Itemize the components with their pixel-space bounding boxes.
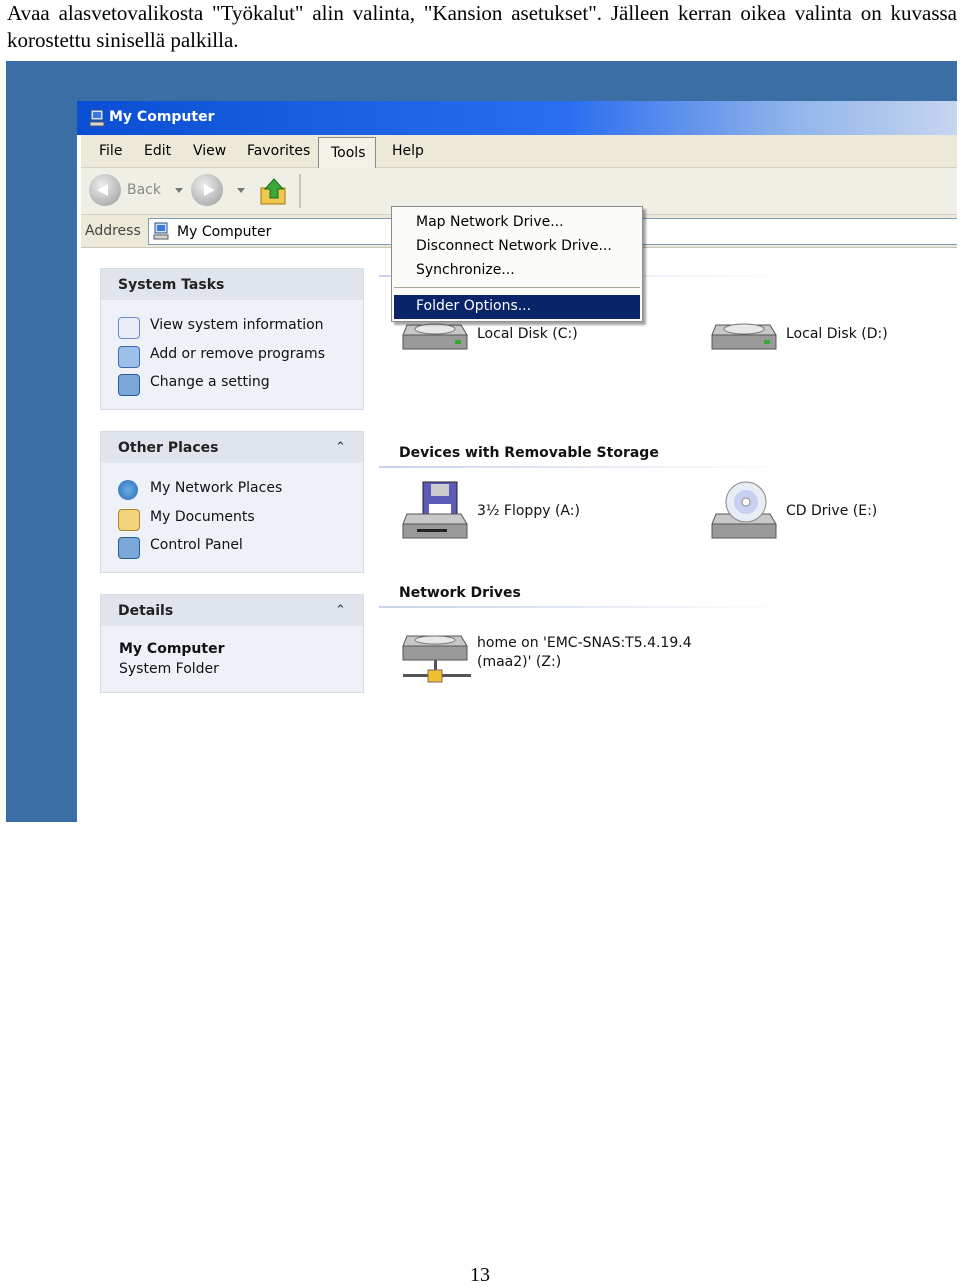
- drive-label: Local Disk (D:): [786, 326, 888, 342]
- explorer-window: My Computer File Edit View Favorites Too…: [77, 101, 957, 822]
- menu-item-folder-options-label: Folder Options...: [416, 298, 532, 314]
- computer-icon: [89, 109, 105, 127]
- documents-folder-icon: [118, 509, 140, 531]
- group-divider: [379, 466, 789, 468]
- content-area: System Tasks View system information Add…: [81, 248, 957, 822]
- details-panel: Details ⌃ My Computer System Folder: [100, 594, 364, 693]
- panel-header[interactable]: Other Places ⌃: [101, 432, 363, 463]
- removable-storage-heading: Devices with Removable Storage: [399, 445, 659, 461]
- menu-separator: [394, 287, 640, 288]
- other-places-panel: Other Places ⌃ My Network Places My Docu…: [100, 431, 364, 573]
- system-info-icon: [118, 317, 140, 339]
- menu-favorites[interactable]: Favorites: [247, 143, 310, 159]
- task-label: Control Panel: [150, 537, 243, 553]
- back-dropdown-icon[interactable]: [175, 188, 183, 193]
- drive-label-line-1: home on 'EMC-SNAS:T5.4.19.4: [477, 635, 692, 651]
- drive-label: Local Disk (C:): [477, 326, 578, 342]
- forward-arrow-icon[interactable]: [191, 174, 223, 206]
- task-label: My Documents: [150, 509, 255, 525]
- tools-dropdown-menu: Map Network Drive... Disconnect Network …: [391, 206, 643, 322]
- control-panel-icon: [118, 374, 140, 396]
- task-label: View system information: [150, 317, 324, 333]
- collapse-chevron-icon[interactable]: ⌃: [335, 603, 346, 618]
- group-divider: [379, 606, 789, 608]
- address-label: Address: [85, 223, 141, 239]
- back-button-label[interactable]: Back: [127, 182, 161, 198]
- control-panel-icon: [118, 537, 140, 559]
- computer-icon: [153, 222, 169, 240]
- toolbar-separator: [299, 174, 301, 208]
- drive-cd-e[interactable]: CD Drive (E:): [710, 480, 930, 550]
- drive-label: 3½ Floppy (A:): [477, 503, 580, 519]
- menu-file[interactable]: File: [99, 143, 122, 159]
- page-number: 13: [470, 1264, 490, 1286]
- menu-bar: File Edit View Favorites Tools Help: [81, 135, 957, 168]
- menu-view[interactable]: View: [193, 143, 226, 159]
- panel-header[interactable]: Details ⌃: [101, 595, 363, 626]
- window-title: My Computer: [109, 109, 215, 125]
- address-value: My Computer: [177, 224, 272, 240]
- floppy-drive-icon: [402, 481, 468, 539]
- panel-title: Details: [118, 603, 174, 619]
- menu-item-map-network-drive[interactable]: Map Network Drive...: [416, 214, 564, 230]
- add-remove-icon: [118, 346, 140, 368]
- menu-item-folder-options[interactable]: Folder Options...: [394, 295, 640, 319]
- panel-title: Other Places: [118, 440, 219, 456]
- task-label: Change a setting: [150, 374, 270, 390]
- drive-network-z[interactable]: home on 'EMC-SNAS:T5.4.19.4 (maa2)' (Z:): [401, 630, 731, 700]
- menu-item-synchronize[interactable]: Synchronize...: [416, 262, 515, 278]
- menu-edit[interactable]: Edit: [144, 143, 171, 159]
- folder-up-icon[interactable]: [259, 176, 289, 206]
- details-type: System Folder: [119, 661, 219, 677]
- network-drive-icon: [402, 635, 471, 683]
- drive-label: CD Drive (E:): [786, 503, 878, 519]
- system-tasks-panel: System Tasks View system information Add…: [100, 268, 364, 410]
- screenshot: My Computer File Edit View Favorites Too…: [6, 61, 957, 822]
- drive-local-disk-d[interactable]: Local Disk (D:): [710, 313, 930, 369]
- cd-drive-icon: [711, 481, 777, 539]
- panel-title: System Tasks: [118, 277, 225, 293]
- panel-header[interactable]: System Tasks: [101, 269, 363, 300]
- network-places-icon: [118, 480, 138, 500]
- menu-help[interactable]: Help: [392, 143, 424, 159]
- drive-label-line-2: (maa2)' (Z:): [477, 654, 562, 670]
- menu-tools[interactable]: Tools: [318, 137, 376, 168]
- hard-disk-icon: [711, 323, 777, 350]
- menu-item-disconnect-network-drive[interactable]: Disconnect Network Drive...: [416, 238, 612, 254]
- back-arrow-icon[interactable]: [89, 174, 121, 206]
- collapse-chevron-icon[interactable]: ⌃: [335, 440, 346, 455]
- drive-floppy-a[interactable]: 3½ Floppy (A:): [401, 480, 621, 550]
- intro-paragraph: Avaa alasvetovalikosta "Työkalut" alin v…: [7, 1, 957, 52]
- task-label: Add or remove programs: [150, 346, 325, 362]
- task-label: My Network Places: [150, 480, 283, 496]
- title-bar[interactable]: My Computer: [77, 101, 957, 135]
- forward-dropdown-icon[interactable]: [237, 188, 245, 193]
- details-name: My Computer: [119, 641, 225, 657]
- menu-tools-label: Tools: [331, 145, 366, 161]
- network-drives-heading: Network Drives: [399, 585, 521, 601]
